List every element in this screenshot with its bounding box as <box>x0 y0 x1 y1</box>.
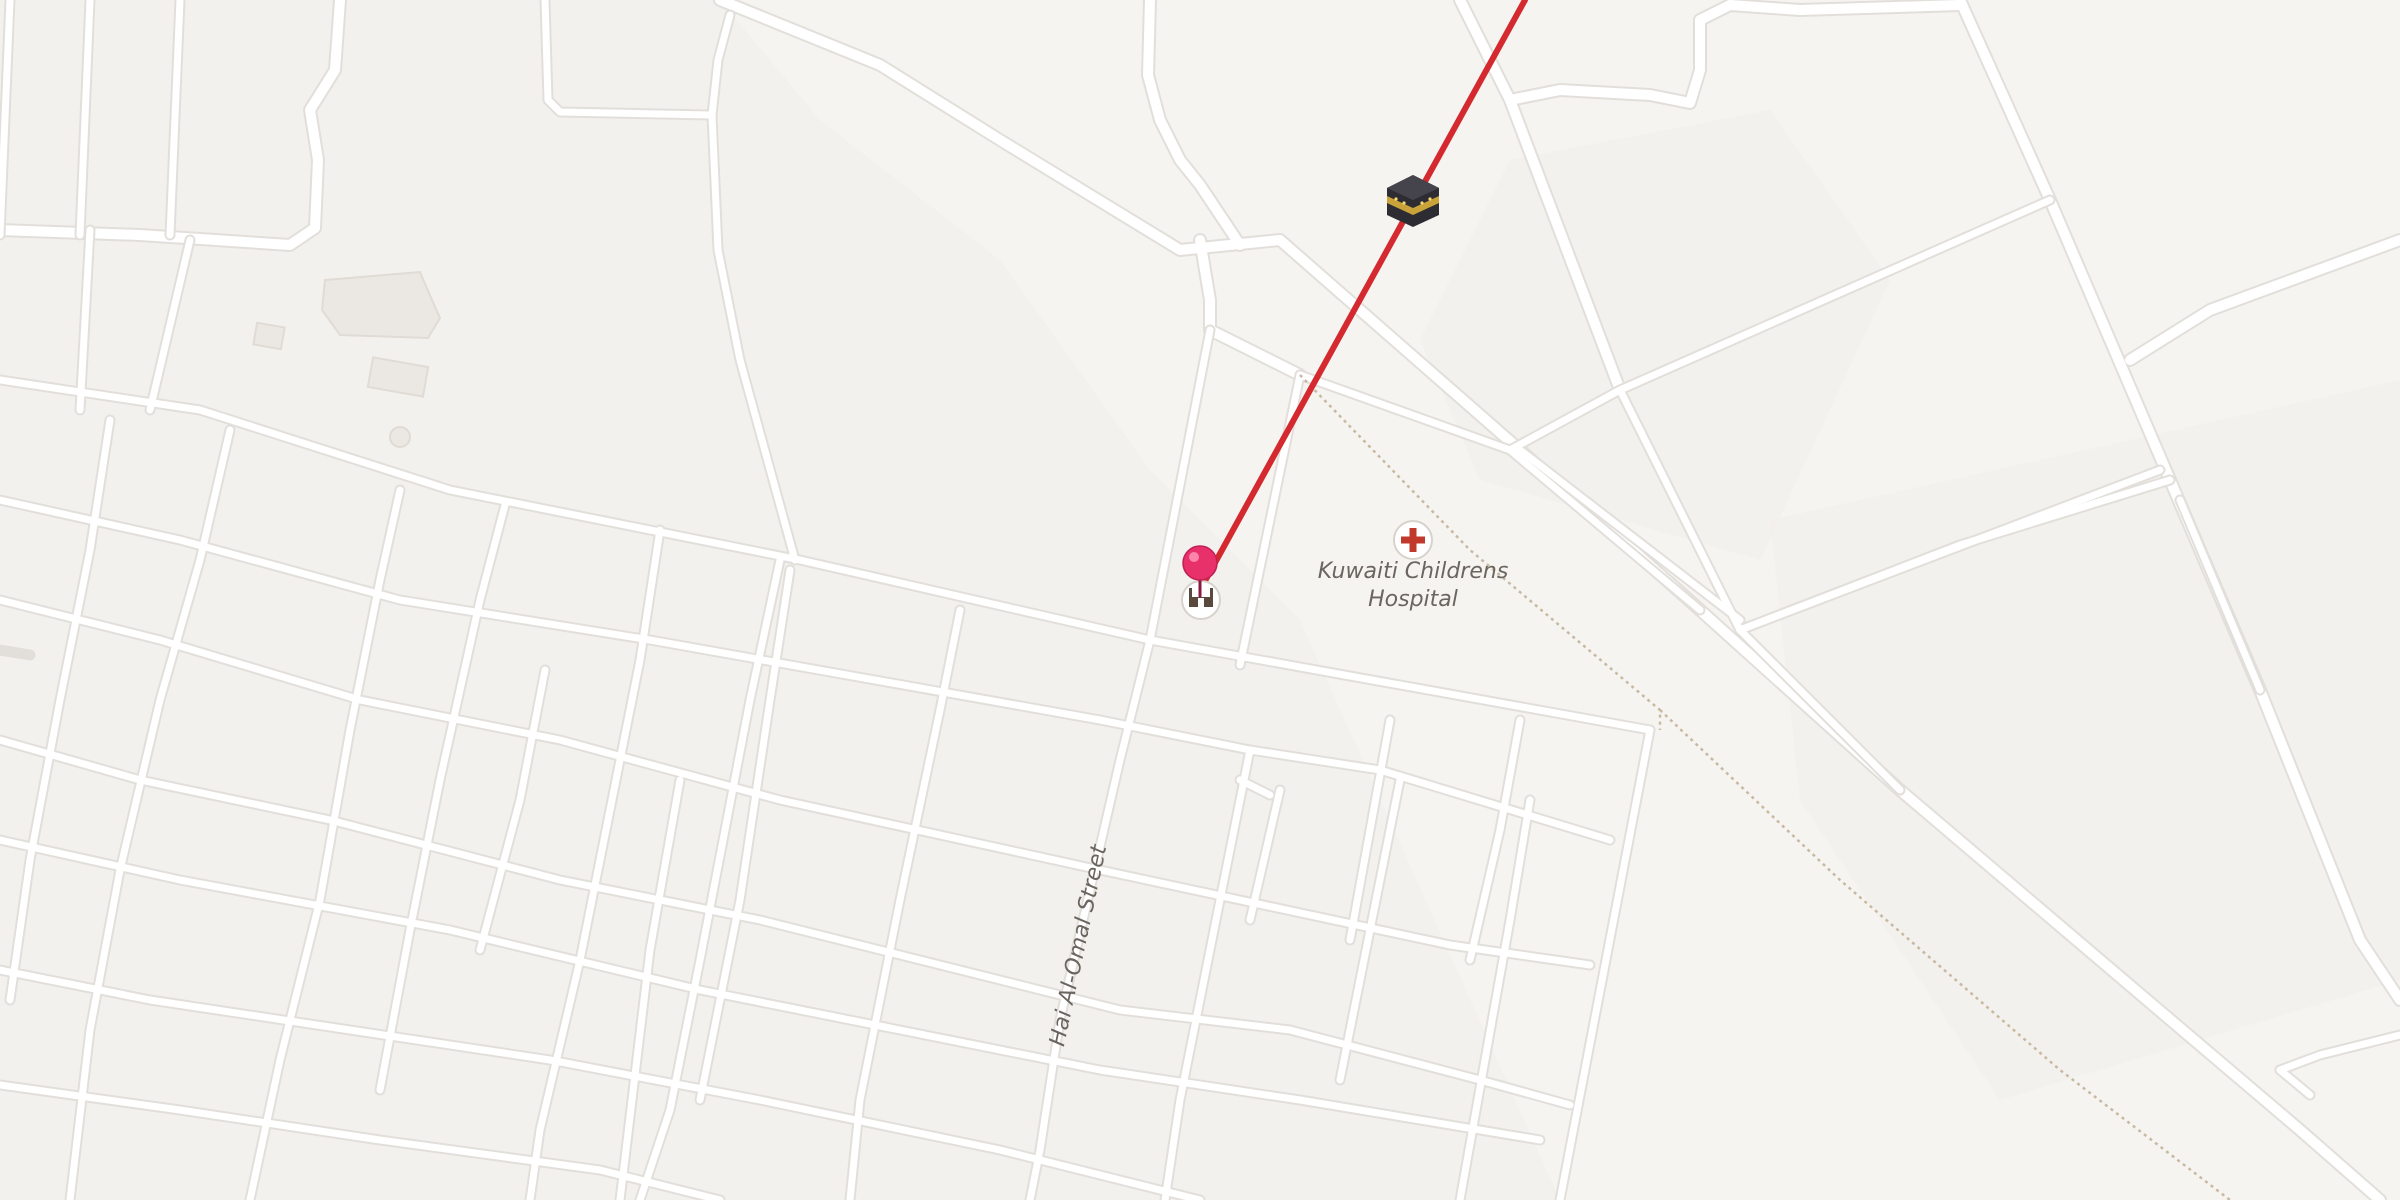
building <box>252 321 286 351</box>
map-canvas[interactable]: Kuwaiti Childrens Hospital Hai Al-Omal S… <box>0 0 2400 1200</box>
building <box>389 426 411 448</box>
hospital-cross-icon[interactable] <box>1393 520 1433 560</box>
building <box>320 270 442 340</box>
hospital-label-line2: Hospital <box>1368 587 1458 612</box>
hospital-label-line1: Kuwaiti Childrens <box>1318 559 1509 584</box>
map-svg: Kuwaiti Childrens Hospital Hai Al-Omal S… <box>0 0 2400 1200</box>
